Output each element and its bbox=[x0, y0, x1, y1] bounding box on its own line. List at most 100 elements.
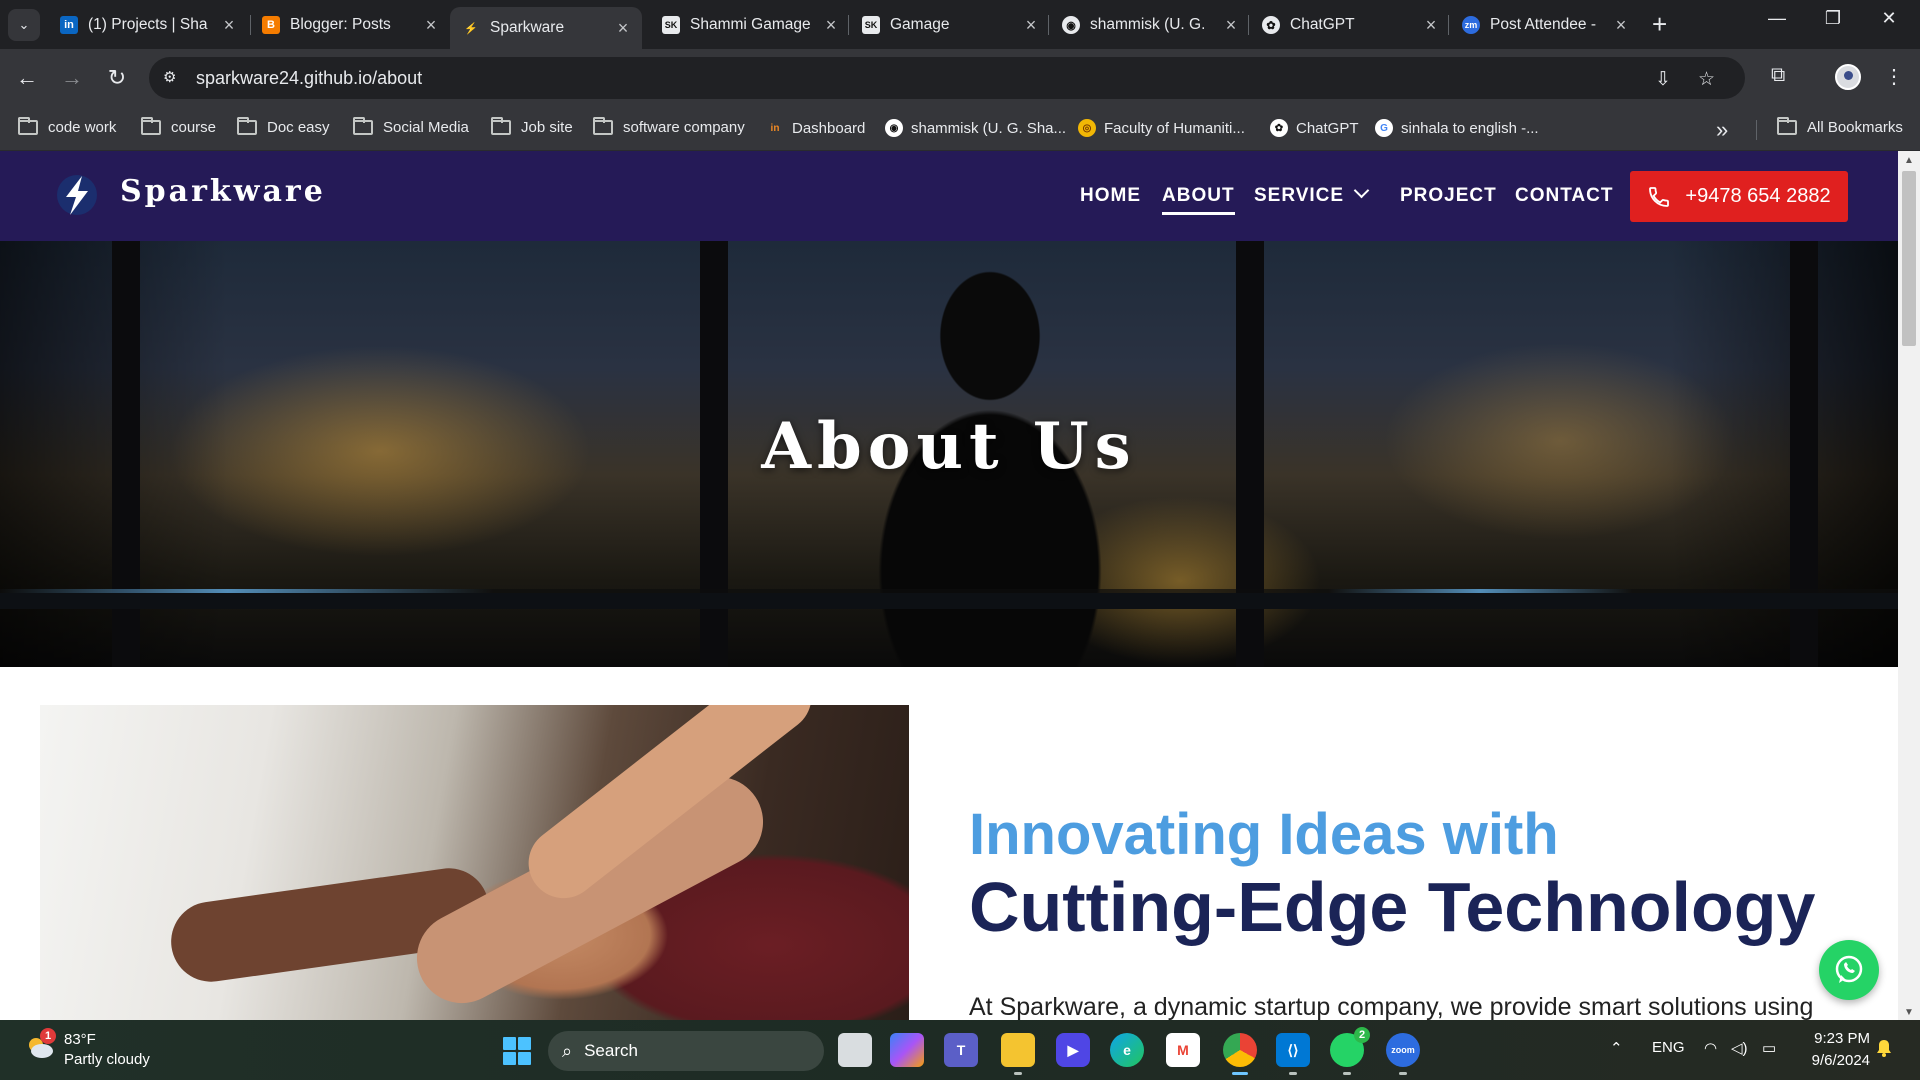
address-bar[interactable]: ⚙ sparkware24.github.io/about ⇩ ☆ bbox=[149, 57, 1745, 99]
nav-home[interactable]: HOME bbox=[1080, 185, 1141, 207]
vscode-icon[interactable]: ⟨⟩ bbox=[1276, 1033, 1310, 1075]
taskbar-search[interactable]: ⌕ Search bbox=[548, 1031, 824, 1071]
whatsapp-desktop-icon[interactable]: 2 bbox=[1330, 1027, 1370, 1075]
close-icon[interactable]: × bbox=[1222, 15, 1240, 36]
scroll-down-icon[interactable]: ▼ bbox=[1904, 1007, 1914, 1018]
tab-title: ChatGPT bbox=[1290, 16, 1355, 33]
forward-arrow-icon[interactable]: → bbox=[57, 63, 87, 93]
bookmark-google-translate[interactable]: Gsinhala to english -... bbox=[1375, 119, 1539, 137]
bookmark-folder[interactable]: Doc easy bbox=[237, 117, 330, 136]
nav-contact[interactable]: CONTACT bbox=[1515, 185, 1613, 207]
profile-avatar[interactable] bbox=[1835, 64, 1861, 90]
brand-name[interactable]: Sparkware bbox=[120, 174, 326, 209]
bookmark-folder[interactable]: course bbox=[141, 117, 216, 136]
call-button[interactable]: +9478 654 2882 bbox=[1630, 171, 1848, 222]
minimize-icon[interactable]: — bbox=[1754, 8, 1800, 29]
menu-icon[interactable]: ⋮ bbox=[1884, 64, 1904, 89]
sparkware-icon: ⚡ bbox=[464, 22, 478, 35]
bookmark-folder[interactable]: Job site bbox=[491, 117, 573, 136]
bookmarks-bar: code work course Doc easy Social Media J… bbox=[0, 108, 1920, 151]
copilot-icon[interactable] bbox=[890, 1033, 924, 1067]
bookmark-chatgpt[interactable]: ✿ ChatGPT bbox=[1270, 119, 1359, 137]
university-logo-icon: ◎ bbox=[1078, 119, 1096, 137]
close-icon[interactable]: × bbox=[220, 15, 238, 36]
close-icon[interactable]: × bbox=[1422, 15, 1440, 36]
whatsapp-button[interactable] bbox=[1819, 940, 1879, 1000]
back-arrow-icon[interactable]: ← bbox=[12, 63, 42, 93]
language-indicator[interactable]: ENG bbox=[1652, 1039, 1685, 1056]
tab-gamage[interactable]: SK Gamage × bbox=[850, 7, 1050, 43]
tab-title: Sparkware bbox=[490, 19, 565, 36]
intro-paragraph: At Sparkware, a dynamic startup company,… bbox=[969, 993, 1814, 1020]
tab-title: (1) Projects | Sha bbox=[88, 16, 208, 33]
tab-chatgpt[interactable]: ✿ ChatGPT × bbox=[1250, 7, 1450, 43]
folder-icon bbox=[353, 117, 373, 135]
more-bookmarks-icon[interactable]: » bbox=[1716, 117, 1728, 143]
scroll-up-icon[interactable]: ▲ bbox=[1904, 155, 1914, 166]
notification-badge: 2 bbox=[1354, 1027, 1370, 1043]
folder-icon bbox=[593, 117, 613, 135]
windows-start-icon[interactable] bbox=[503, 1037, 531, 1065]
close-icon[interactable]: × bbox=[422, 15, 440, 36]
search-placeholder: Search bbox=[584, 1041, 638, 1060]
tab-sparkware[interactable]: ⚡ Sparkware × bbox=[450, 7, 642, 49]
clock-date[interactable]: 9/6/2024 bbox=[1795, 1052, 1870, 1069]
all-bookmarks[interactable]: All Bookmarks bbox=[1777, 117, 1903, 136]
scroll-thumb[interactable] bbox=[1902, 171, 1916, 346]
reload-icon[interactable]: ↻ bbox=[102, 63, 132, 93]
nav-project[interactable]: PROJECT bbox=[1400, 185, 1497, 207]
bookmark-folder[interactable]: software company bbox=[593, 117, 745, 136]
gmail-icon[interactable]: M bbox=[1166, 1033, 1200, 1067]
weather-temperature[interactable]: 83°F bbox=[64, 1031, 96, 1048]
tab-linkedin[interactable]: in (1) Projects | Sha × bbox=[48, 7, 248, 43]
media-player-icon[interactable]: ▶ bbox=[1056, 1033, 1090, 1067]
nav-service[interactable]: SERVICE bbox=[1254, 182, 1370, 207]
show-hidden-icons-icon[interactable]: ⌃ bbox=[1610, 1039, 1623, 1057]
bookmark-star-icon[interactable]: ☆ bbox=[1698, 68, 1715, 91]
clock-time[interactable]: 9:23 PM bbox=[1810, 1030, 1870, 1047]
edge-icon[interactable]: e bbox=[1110, 1033, 1144, 1067]
bookmark-folder[interactable]: Social Media bbox=[353, 117, 469, 136]
weather-description[interactable]: Partly cloudy bbox=[64, 1051, 150, 1068]
lightning-logo-icon[interactable] bbox=[54, 172, 100, 218]
battery-icon[interactable]: ▭ bbox=[1762, 1039, 1776, 1057]
bookmark-github[interactable]: ◉ shammisk (U. G. Sha... bbox=[885, 119, 1066, 137]
chrome-icon[interactable] bbox=[1223, 1033, 1257, 1075]
nav-about[interactable]: ABOUT bbox=[1162, 185, 1235, 215]
chevron-down-icon: ⌄ bbox=[18, 17, 30, 32]
file-explorer-icon[interactable] bbox=[1001, 1033, 1035, 1075]
close-icon[interactable]: × bbox=[1612, 15, 1630, 36]
bookmark-dashboard[interactable]: in Dashboard bbox=[766, 119, 866, 137]
bookmark-label: shammisk (U. G. Sha... bbox=[911, 119, 1067, 137]
close-icon[interactable]: × bbox=[614, 18, 632, 39]
bookmark-folder[interactable]: code work bbox=[18, 117, 116, 136]
linkedin-icon: in bbox=[60, 16, 78, 34]
tab-title: Blogger: Posts bbox=[290, 16, 391, 33]
zoom-icon[interactable]: zoom bbox=[1386, 1033, 1420, 1075]
notification-bell-icon[interactable] bbox=[1876, 1038, 1892, 1058]
install-app-icon[interactable]: ⇩ bbox=[1655, 68, 1671, 91]
extensions-icon[interactable]: ⧉ bbox=[1771, 64, 1785, 87]
new-tab-icon[interactable]: + bbox=[1652, 10, 1667, 38]
tab-zoom[interactable]: zm Post Attendee - × bbox=[1450, 7, 1640, 43]
restore-icon[interactable]: ❐ bbox=[1810, 8, 1856, 29]
tab-blogger[interactable]: B Blogger: Posts × bbox=[250, 7, 450, 43]
sk-logo-icon: SK bbox=[662, 16, 680, 34]
tab-search-button[interactable]: ⌄ bbox=[8, 9, 40, 41]
scrollbar[interactable]: ▲ ▼ bbox=[1898, 151, 1920, 1020]
teams-icon[interactable]: T bbox=[944, 1033, 978, 1067]
window-close-icon[interactable]: ✕ bbox=[1866, 8, 1912, 29]
phone-icon bbox=[1649, 186, 1670, 207]
task-view-icon[interactable] bbox=[838, 1033, 872, 1067]
close-icon[interactable]: × bbox=[1022, 15, 1040, 36]
divider bbox=[1756, 120, 1757, 140]
url-text[interactable]: sparkware24.github.io/about bbox=[196, 68, 422, 89]
wifi-icon[interactable]: ◠ bbox=[1704, 1039, 1717, 1057]
site-info-icon[interactable]: ⚙ bbox=[163, 68, 176, 86]
tab-github[interactable]: ◉ shammisk (U. G. × bbox=[1050, 7, 1250, 43]
volume-icon[interactable]: ◁) bbox=[1731, 1039, 1748, 1057]
tab-shammi-gamage[interactable]: SK Shammi Gamage × bbox=[650, 7, 850, 43]
close-icon[interactable]: × bbox=[822, 15, 840, 36]
bookmark-faculty[interactable]: ◎ Faculty of Humaniti... bbox=[1078, 119, 1245, 137]
weather-alert-badge: 1 bbox=[40, 1028, 56, 1044]
